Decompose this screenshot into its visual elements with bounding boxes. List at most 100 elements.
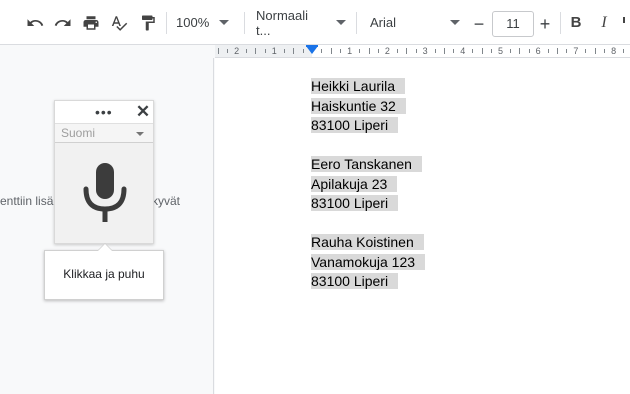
ruler-number: 2 [234,46,240,56]
document-line[interactable]: Eero Tanskanen [311,155,425,175]
chevron-down-icon [450,20,460,25]
font-size-input[interactable]: 11 [492,11,534,37]
underline-button[interactable] [622,0,630,45]
toolbar-divider [166,12,167,34]
selected-text: Vanamokuja 123 [311,253,426,270]
ruler-tick [604,49,606,53]
horizontal-ruler[interactable]: 2 1 1 2 3 4 5 6 7 8 [215,45,630,58]
selected-text: 83100 Liperi [311,195,399,211]
toolbar: 100% Normaali t... Arial − 11 + B I [0,0,630,45]
document-line[interactable] [311,214,425,234]
bold-button[interactable]: B [566,0,586,45]
chevron-down-icon [136,132,144,136]
document-line[interactable]: Heikki Laurila [311,77,425,97]
paint-format-icon[interactable] [137,0,159,45]
selected-text: Apilakuja 23 [311,175,398,192]
ruler-area: 2 1 1 2 3 4 5 6 7 8 [0,45,630,58]
selected-text: 83100 Liperi [311,273,399,289]
close-icon[interactable]: ✕ [135,103,151,121]
ruler-number: 3 [422,46,428,56]
ruler-number: 4 [460,46,466,56]
selected-text: Rauha Koistinen [311,234,424,250]
voice-tooltip: Klikkaa ja puhu [44,243,164,300]
ruler-tick [330,48,332,54]
selected-text: Heikki Laurila [311,78,406,94]
document-line[interactable]: Vanamokuja 123 [311,253,426,273]
ruler-tick [293,48,295,54]
chevron-down-icon [336,20,346,25]
ruler-tick [396,49,398,53]
ruler-margin [215,45,312,57]
ruler-number: 2 [384,46,390,56]
toolbar-divider [244,12,245,34]
print-icon[interactable] [80,0,102,45]
ruler-number: 7 [573,46,579,56]
ruler-tick [528,49,530,53]
ruler-tick [227,49,229,53]
document-page[interactable]: Heikki Laurila Haiskuntie 32 83100 Liperi E… [215,58,630,394]
ruler-number: 1 [271,46,277,56]
ruler-tick [415,49,417,53]
ruler-tick [481,48,483,54]
ruler-number: 6 [535,46,541,56]
redo-icon[interactable] [52,0,74,45]
toolbar-divider [356,12,357,34]
more-options-icon[interactable]: ••• [95,105,113,119]
ruler-tick [340,49,342,53]
ruler-tick [321,49,323,53]
ruler-tick [472,49,474,53]
selected-text: Haiskuntie 32 [311,97,406,114]
font-size-control: − 11 + [468,11,558,37]
spellcheck-icon[interactable] [108,0,130,45]
zoom-select[interactable]: 100% [176,0,238,45]
document-line[interactable]: 83100 Liperi [311,116,425,136]
left-indent-marker[interactable] [306,46,318,54]
ruler-tick [264,49,266,53]
font-select[interactable]: Arial [370,0,460,45]
decrease-font-size-button[interactable]: − [468,11,490,37]
ruler-tick [217,48,219,54]
increase-font-size-button[interactable]: + [534,11,556,37]
voice-typing-widget: ••• ✕ Suomi [54,100,154,244]
ruler-tick [443,48,445,54]
microphone-icon[interactable] [82,163,128,230]
voice-widget-header: ••• ✕ [55,101,153,123]
ruler-tick [623,49,625,53]
document-body[interactable]: Heikki Laurila Haiskuntie 32 83100 Liperi E… [311,77,426,292]
italic-button[interactable]: I [594,0,614,45]
ruler-tick [434,49,436,53]
ruler-tick [566,49,568,53]
background-text-left: enttiin lisä [0,194,54,208]
ruler-tick [594,48,596,54]
ruler-tick [491,49,493,53]
document-line[interactable]: 83100 Liperi [311,272,425,292]
style-select[interactable]: Normaali t... [256,0,346,45]
ruler-tick [557,48,559,54]
ruler-tick [519,48,521,54]
chevron-down-icon [219,20,230,25]
ruler-number: 8 [611,46,617,56]
style-value: Normaali t... [256,7,309,38]
document-line[interactable]: Haiskuntie 32 [311,97,425,117]
toolbar-divider [560,12,561,34]
ruler-tick [377,49,379,53]
ruler-tick [453,49,455,53]
zoom-value: 100% [176,15,210,30]
language-value: Suomi [61,126,96,140]
selected-text: Eero Tanskanen [311,156,422,172]
ruler-number: 1 [347,46,353,56]
ruler-tick [246,49,248,53]
ruler-tick [302,49,304,53]
document-line[interactable]: Rauha Koistinen [311,233,425,253]
document-line[interactable]: 83100 Liperi [311,194,425,214]
document-line[interactable]: Apilakuja 23 [311,175,425,195]
ruler-tick [359,49,361,53]
language-select[interactable]: Suomi [55,123,153,143]
tooltip-text: Klikkaa ja puhu [63,267,145,281]
ruler-number: 5 [497,46,504,56]
background-text-right: kyvät [152,194,181,208]
document-line[interactable] [311,136,425,156]
ruler-tick [283,49,285,53]
undo-icon[interactable] [24,0,46,45]
selected-text [311,136,321,156]
